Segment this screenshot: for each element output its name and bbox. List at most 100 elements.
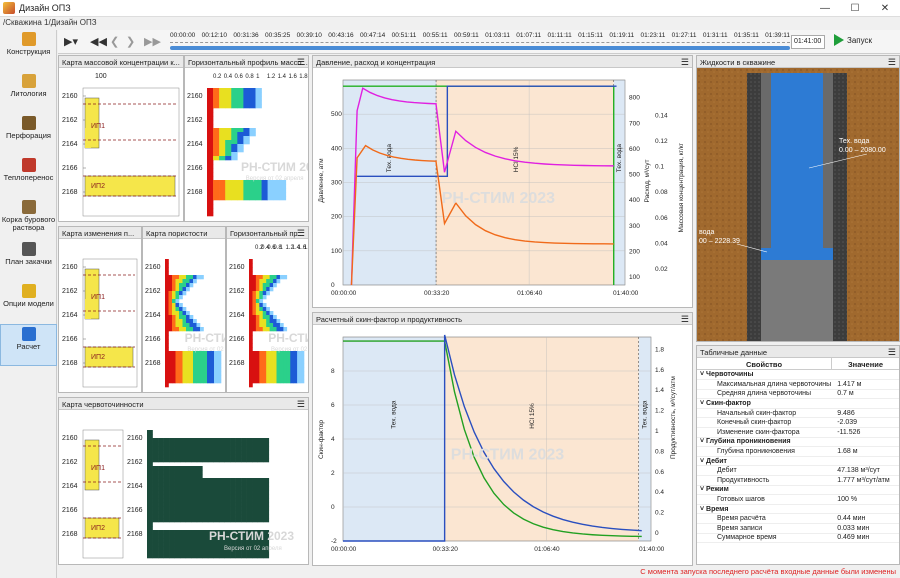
heat-cell: [224, 442, 231, 447]
table-group-row[interactable]: ˅ Дебит: [697, 456, 899, 467]
panel-title: Карта пористости: [146, 229, 208, 238]
heat-cell: [224, 482, 231, 487]
heat-cell: [158, 454, 164, 459]
heat-cell: [165, 307, 169, 312]
table-group-row[interactable]: ˅ Червоточины: [697, 370, 899, 381]
property-value: [834, 398, 899, 409]
close-icon[interactable]: ✕: [870, 0, 900, 17]
layer-strip: 100 2160 2162 2164 2166 2168 ИП1 ИП2: [62, 73, 180, 217]
heat-cell: [263, 438, 270, 443]
heat-cell: [185, 490, 192, 495]
timeline[interactable]: 00:00:00 00:12:10 00:31:36 00:35:25 00:39:10…: [170, 32, 790, 52]
menu-icon[interactable]: ☰: [888, 57, 896, 67]
sidebar-item-mudcake[interactable]: Корка бурового раствора: [0, 198, 57, 240]
sidebar-item-clock[interactable]: План закачки: [0, 240, 57, 282]
skip-end-icon[interactable]: ▶▶: [144, 35, 161, 48]
time-select[interactable]: 01:41:00: [791, 35, 825, 49]
heat-cell: [259, 295, 264, 300]
heat-cell: [193, 379, 197, 384]
heat-cell: [252, 490, 259, 495]
table-group-row[interactable]: ˅ Время: [697, 504, 899, 515]
depth-tick: 2166: [127, 507, 143, 514]
heat-cell: [231, 104, 238, 109]
heat-cell: [235, 518, 242, 523]
sidebar-item-lithology[interactable]: Литология: [0, 72, 57, 114]
sidebar-item-perforation[interactable]: Перфорация: [0, 114, 57, 156]
heat-cell: [246, 498, 253, 503]
skip-start-icon[interactable]: ◀◀: [90, 35, 107, 48]
heat-cell: [237, 180, 244, 185]
sidebar-item-thermometer[interactable]: Теплоперенос: [0, 156, 57, 198]
heat-cell: [191, 478, 198, 483]
heat-cell: [279, 323, 284, 328]
depth-tick: 2168: [62, 189, 78, 196]
heat-cell: [174, 530, 181, 535]
heat-cell: [207, 172, 214, 177]
heat-cell: [165, 367, 169, 372]
table-group-row[interactable]: ˅ Глубина проникновения: [697, 437, 899, 448]
sidebar-item-calc[interactable]: Расчет: [0, 324, 57, 366]
panel-title: Расчетный скин-фактор и продуктивность: [316, 315, 463, 324]
heat-cell: [165, 331, 169, 336]
heat-cell: [147, 502, 153, 507]
heat-cell: [252, 283, 257, 288]
run-button[interactable]: Запуск: [834, 34, 872, 46]
heat-cell: [186, 379, 190, 384]
table-group-row[interactable]: ˅ Скин-фактор: [697, 398, 899, 409]
y2-tick: 300: [629, 223, 640, 230]
heat-cell: [203, 359, 208, 364]
heat-cell: [252, 518, 259, 523]
wormhole-strip: 2160 2162 2164 2166 2168 ИП1 ИП2: [62, 429, 124, 559]
menu-icon[interactable]: ☰: [297, 399, 305, 409]
timeline-label: 00:35:25: [264, 32, 291, 39]
step-back-icon[interactable]: ❮: [110, 35, 119, 48]
property-name: Суммарное время: [697, 533, 835, 544]
heat-cell: [191, 454, 198, 459]
heat-cell: [273, 279, 277, 284]
heat-cell: [179, 303, 183, 308]
table-group-row[interactable]: ˅ Режим: [697, 485, 899, 496]
heat-cell: [182, 291, 187, 296]
sidebar-item-construction[interactable]: Конструкция: [0, 30, 57, 72]
play-icon[interactable]: ▶▾: [64, 35, 78, 48]
heat-cell: [163, 470, 170, 475]
heat-cell: [172, 367, 176, 372]
heat-cell: [218, 494, 225, 499]
menu-icon[interactable]: ☰: [297, 228, 305, 238]
heat-cell: [191, 438, 198, 443]
heat-cell: [207, 88, 214, 93]
heat-cell: [213, 506, 220, 511]
heat-cell: [261, 192, 268, 197]
heat-cell: [249, 100, 256, 105]
heat-cell: [175, 307, 180, 312]
heat-cell: [273, 363, 277, 368]
heat-cell: [168, 279, 173, 284]
menu-icon[interactable]: ☰: [681, 57, 689, 67]
heat-cell: [237, 188, 244, 193]
menu-icon[interactable]: ☰: [888, 347, 896, 357]
menu-icon[interactable]: ☰: [297, 57, 305, 67]
heat-cell: [235, 454, 242, 459]
heat-cell: [202, 454, 209, 459]
timeline-slider[interactable]: [170, 46, 790, 50]
heat-cell: [175, 303, 180, 308]
heat-cell: [163, 546, 170, 551]
heat-cell: [158, 514, 164, 519]
heat-cell: [147, 490, 153, 495]
heat-cell: [266, 291, 270, 296]
heat-cell: [196, 550, 203, 555]
minimize-icon[interactable]: —: [810, 0, 840, 17]
heat-cell: [255, 323, 260, 328]
heat-cell: [213, 152, 220, 157]
maximize-icon[interactable]: ☐: [840, 0, 870, 17]
fluids-panel: Жидкости в скважине ☰ Тех. вода 0.00 – 20…: [696, 55, 900, 342]
profile-tick: 1.8: [299, 74, 308, 80]
heat-cell: [213, 132, 220, 137]
heat-cell: [259, 367, 264, 372]
heat-cell: [202, 450, 209, 455]
heat-cell: [286, 355, 291, 360]
sidebar-item-options[interactable]: Опции модели: [0, 282, 57, 324]
step-forward-icon[interactable]: ❯: [126, 35, 135, 48]
heat-cell: [276, 359, 281, 364]
menu-icon[interactable]: ☰: [681, 314, 689, 324]
